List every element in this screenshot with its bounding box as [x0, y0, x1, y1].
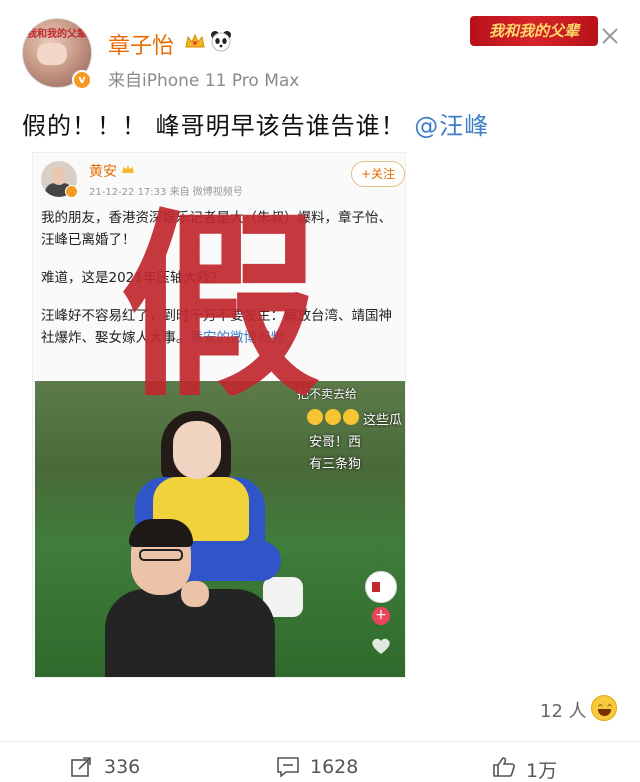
thumbs-up-icon — [493, 757, 515, 777]
author-name[interactable]: 章子怡 — [108, 28, 174, 60]
avatar-hand — [37, 43, 67, 65]
panda-icon — [211, 31, 231, 52]
verified-badge-icon: v — [72, 70, 92, 90]
video-follow-plus: + — [372, 607, 390, 625]
comment-icon — [277, 757, 299, 778]
embed-crown-icon — [122, 165, 134, 173]
laugh-emoji-icon — [343, 409, 359, 425]
post-text: 假的！！！ 峰哥明早该告谁告谁！ @汪峰 — [22, 106, 489, 141]
close-icon[interactable] — [598, 24, 622, 48]
brand-logo: 我和我的父辈 — [470, 16, 598, 46]
embed-verified-icon — [65, 185, 78, 198]
avatar-logo-text: 我和我的父辈 — [27, 29, 87, 40]
svg-text:假: 假 — [120, 195, 320, 395]
reaction-count[interactable]: 12 人 — [540, 697, 587, 723]
laugh-emoji-icon — [325, 409, 341, 425]
heart-icon — [372, 638, 390, 654]
comment-button[interactable]: 1628 — [276, 752, 386, 780]
video-caption-line: 有三条狗 — [309, 457, 362, 472]
like-button[interactable]: 1万 — [492, 752, 592, 782]
share-button[interactable]: 336 — [70, 752, 170, 780]
video-caption-line: 安哥！西 — [309, 435, 362, 450]
embed-follow-button: +关注 — [351, 161, 405, 187]
post-header: 我和我的父辈 v 章子怡 来自iPhone 11 Pro Max 我和我的父辈 — [0, 0, 640, 100]
laugh-reaction-icon[interactable]: ^ ^ — [591, 695, 617, 721]
embed-video: 把不卖去给 这些瓜 安哥！西 有三条狗 + — [35, 381, 405, 677]
crown-icon — [185, 33, 205, 48]
embed-author-name: 黄安 — [89, 164, 117, 180]
laugh-emoji-icon — [307, 409, 323, 425]
share-count: 336 — [104, 756, 141, 778]
like-count: 1万 — [526, 760, 558, 782]
post-text-main: 假的！！！ 峰哥明早该告谁告谁！ — [22, 112, 406, 140]
comment-count: 1628 — [310, 756, 359, 778]
video-channel-logo — [365, 571, 397, 603]
mention-link[interactable]: @汪峰 — [414, 112, 489, 140]
fake-stamp: 假 — [120, 195, 320, 395]
embedded-screenshot[interactable]: 黄安 21-12-22 17:33 来自 微博视频号 +关注 我的朋友，香港资深… — [32, 152, 406, 678]
video-caption-line: 这些瓜 — [363, 413, 403, 428]
divider — [0, 741, 640, 742]
post-source: 来自iPhone 11 Pro Max — [108, 71, 300, 91]
share-icon — [71, 757, 91, 777]
